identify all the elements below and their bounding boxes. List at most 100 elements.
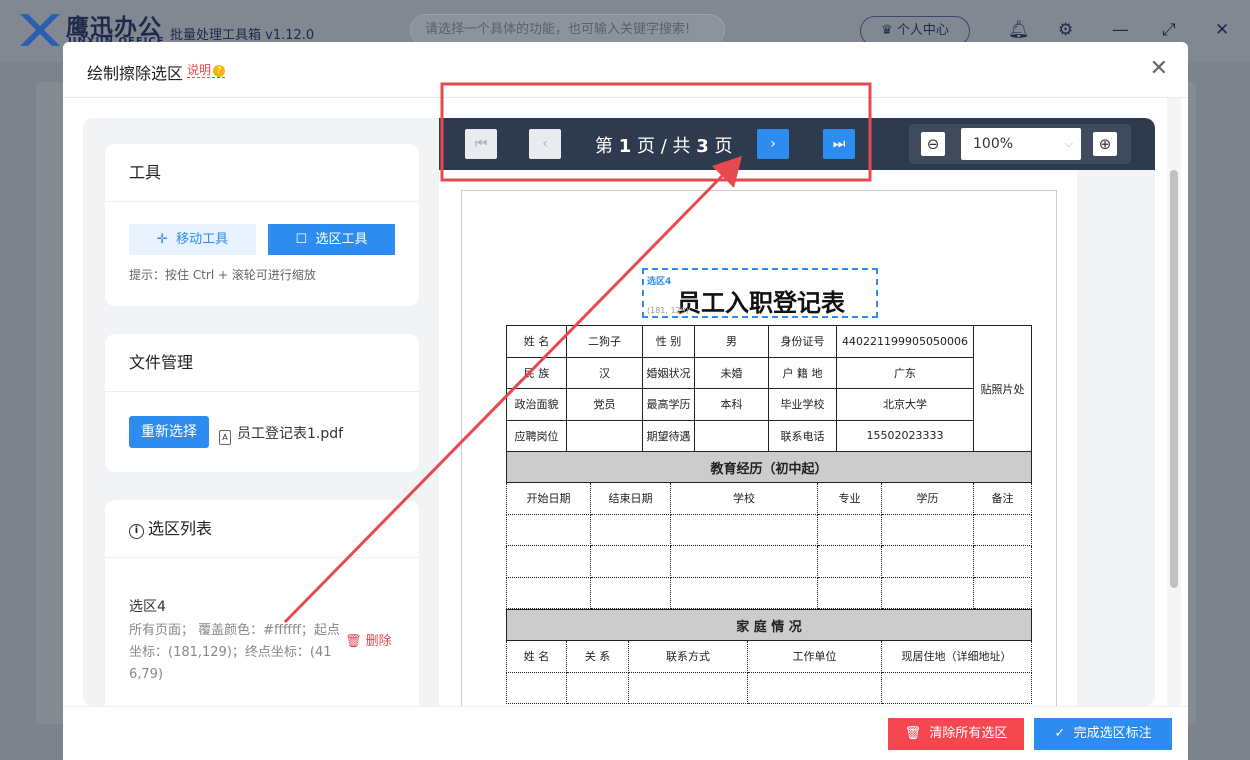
crown-icon: ♛	[881, 23, 893, 38]
table-header: 结束日期	[590, 482, 671, 515]
selection-box[interactable]: 选区4 (181, 129)	[642, 268, 878, 318]
zoom-tip: 提示：按住 Ctrl + 滚轮可进行缩放	[129, 268, 316, 282]
modal-header: 绘制擦除选区 说明? ✕	[63, 42, 1188, 98]
viewer-gutter	[1077, 170, 1155, 706]
table-cell: 户 籍 地	[768, 356, 837, 389]
table-header: 工作单位	[747, 640, 882, 673]
close-app-icon[interactable]: ✕	[1215, 20, 1229, 40]
table-cell: 民 族	[506, 356, 567, 389]
last-page-icon[interactable]: ⏭	[823, 129, 855, 159]
file-title: 文件管理	[105, 334, 419, 392]
table-cell: 未婚	[694, 356, 769, 389]
table-row: 教育经历（初中起）	[505, 451, 1033, 483]
family-table: 家 庭 情 况 姓 名 关 系 联系方式 工作单位 现居住地（详细地址）	[505, 609, 1033, 704]
bell-icon[interactable]: 🔔︎	[1008, 20, 1030, 40]
scroll-thumb[interactable]	[1170, 170, 1178, 588]
move-tool-button[interactable]: ✛ 移动工具	[129, 224, 256, 255]
table-cell: 姓 名	[506, 325, 567, 358]
table-cell: 应聘岗位	[506, 419, 567, 452]
tools-title: 工具	[105, 144, 419, 202]
table-cell: 汉	[566, 356, 643, 389]
clear-all-selections-button[interactable]: 🗑︎ 清除所有选区	[888, 718, 1024, 750]
selection-list-label: 选区列表	[148, 519, 213, 538]
table-header: 专业	[817, 482, 882, 515]
table-row: 开始日期 结束日期 学校 专业 学历 备注	[506, 482, 1033, 515]
table-cell	[694, 419, 769, 452]
check-icon: ✓	[1054, 726, 1066, 741]
info-icon: i	[129, 524, 144, 539]
file-item: A 员工登记表1.pdf	[219, 423, 343, 445]
selection-box-label: 选区4	[647, 277, 672, 287]
table-cell: 联系电话	[768, 419, 837, 452]
minimize-icon[interactable]: —	[1112, 20, 1129, 40]
app-logo-icon	[20, 14, 60, 46]
next-page-icon[interactable]: ›	[757, 129, 789, 159]
file-card: 文件管理 重新选择 A 员工登记表1.pdf	[105, 334, 419, 472]
zoom-out-icon[interactable]: ⊖	[921, 132, 945, 156]
modal-title: 绘制擦除选区	[87, 64, 184, 83]
tools-card: 工具 ✛ 移动工具 ☐ 选区工具 提示：按住 Ctrl + 滚轮可进行缩放	[105, 144, 419, 306]
reselect-button[interactable]: 重新选择	[129, 416, 209, 448]
selection-item-desc: 所有页面； 覆盖颜色：#ffffff；起点坐标：(181,129)；终点坐标：(…	[129, 623, 340, 682]
modal-scrollbar[interactable]	[1167, 98, 1181, 706]
registration-form: 姓 名 二狗子 性 别 男 身份证号 440221199905050006 贴照…	[506, 325, 1032, 452]
table-row: 家 庭 情 况	[505, 609, 1033, 641]
table-row: 姓 名 二狗子 性 别 男 身份证号 440221199905050006 贴照…	[506, 325, 1032, 452]
table-header: 联系方式	[628, 640, 748, 673]
table-row: 民 族 汉 婚姻状况 未婚 户 籍 地 广东	[506, 356, 1032, 389]
table-cell	[566, 419, 643, 452]
table-cell: 15502023333	[836, 419, 974, 452]
prev-page-icon[interactable]: ‹	[529, 129, 561, 159]
page-indicator: 第 1 页 / 共 3 页	[595, 132, 733, 158]
zoom-value: 100%	[973, 136, 1014, 152]
move-icon: ✛	[156, 232, 168, 247]
close-icon[interactable]: ✕	[1150, 56, 1168, 81]
gear-icon[interactable]: ⚙	[1058, 20, 1073, 40]
clear-label: 清除所有选区	[929, 726, 1008, 741]
photo-cell: 贴照片处	[973, 325, 1032, 452]
app-title: 批量处理工具箱 v1.12.0	[170, 28, 315, 43]
done-label: 完成选区标注	[1073, 726, 1152, 741]
select-tool-button[interactable]: ☐ 选区工具	[268, 224, 395, 255]
first-page-icon[interactable]: ⏮	[465, 129, 497, 159]
table-row	[506, 545, 1033, 578]
table-row	[506, 576, 1033, 609]
table-cell: 二狗子	[566, 325, 643, 358]
table-cell: 性 别	[642, 325, 695, 358]
modal-body: 工具 ✛ 移动工具 ☐ 选区工具 提示：按住 Ctrl + 滚轮可进行缩放 文件…	[83, 118, 1155, 706]
table-header: 开始日期	[506, 482, 591, 515]
pdf-canvas[interactable]: 员工入职登记表 选区4 (181, 129) 姓 名 二狗子 性 别 男 身份证…	[439, 170, 1077, 706]
page-mid: 页 / 共	[637, 136, 691, 157]
table-header: 学校	[670, 482, 818, 515]
table-cell: 男	[694, 325, 769, 358]
selection-list-card: i 选区列表 选区4 所有页面； 覆盖颜色：#ffffff；起点坐标：(181,1…	[105, 500, 419, 706]
table-cell: 政治面貌	[506, 388, 567, 421]
delete-selection-button[interactable]: 🗑︎ 删除	[345, 630, 392, 649]
file-name: 员工登记表1.pdf	[237, 426, 344, 442]
page-suffix: 页	[714, 136, 733, 157]
maximize-icon[interactable]: ⤢	[1162, 20, 1176, 40]
education-title: 教育经历（初中起）	[505, 451, 1033, 483]
pdf-viewer: ⏮ ‹ 第 1 页 / 共 3 页 › ⏭ ⊖ 100% ⌵ ⊕ 员工入职登记表…	[439, 118, 1155, 706]
education-table: 教育经历（初中起） 开始日期 结束日期 学校 专业 学历 备注	[505, 451, 1033, 609]
help-link[interactable]: 说明?	[187, 63, 226, 78]
trash-icon: 🗑︎	[345, 634, 362, 649]
selection-list-title: i 选区列表	[105, 500, 419, 558]
table-cell: 婚姻状况	[642, 356, 695, 389]
table-cell: 身份证号	[768, 325, 837, 358]
table-cell: 本科	[694, 388, 769, 421]
selection-item-name: 选区4	[129, 599, 166, 615]
finish-selection-button[interactable]: ✓ 完成选区标注	[1034, 718, 1172, 750]
table-cell: 毕业学校	[768, 388, 837, 421]
table-cell: 广东	[836, 356, 974, 389]
zoom-select[interactable]: 100% ⌵	[961, 128, 1081, 160]
delete-label: 删除	[365, 634, 392, 649]
table-cell: 最高学历	[642, 388, 695, 421]
zoom-in-icon[interactable]: ⊕	[1093, 132, 1117, 156]
select-tool-label: 选区工具	[315, 232, 368, 247]
family-title: 家 庭 情 况	[505, 609, 1033, 641]
table-row: 政治面貌 党员 最高学历 本科 毕业学校 北京大学	[506, 388, 1032, 421]
trash-icon: 🗑︎	[904, 726, 922, 741]
page-prefix: 第	[595, 136, 613, 157]
question-icon: ?	[213, 65, 226, 77]
